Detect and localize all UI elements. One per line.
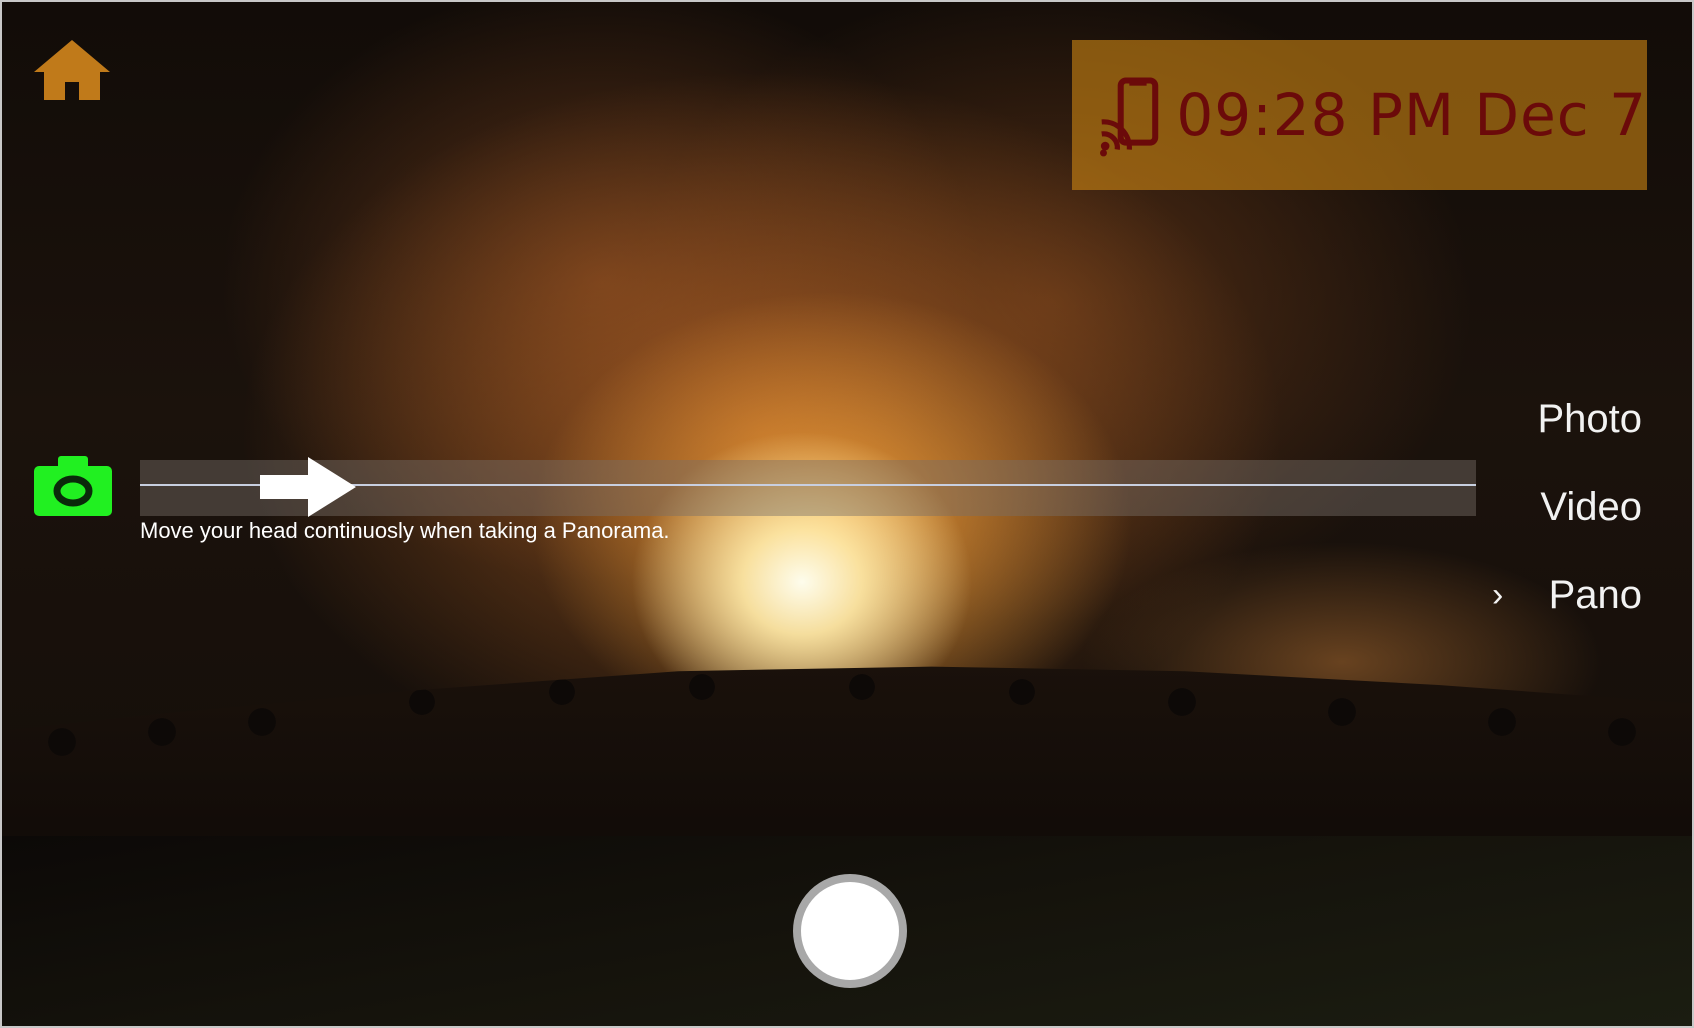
home-button[interactable] — [32, 38, 112, 102]
mode-video-label: Video — [1540, 485, 1642, 529]
shutter-button[interactable] — [793, 874, 907, 988]
panorama-hint-text: Move your head continuosly when taking a… — [140, 518, 670, 543]
right-arrow-icon — [260, 457, 356, 517]
selected-chevron-icon: › — [1492, 576, 1504, 614]
camera-icon — [34, 456, 112, 516]
cast-to-device-icon[interactable] — [1100, 71, 1160, 159]
mode-photo-label: Photo — [1537, 397, 1642, 441]
camera-button[interactable] — [32, 454, 114, 518]
home-icon — [34, 40, 110, 100]
status-banner: 09:28 PM Dec 7 — [1072, 40, 1647, 190]
mode-pano[interactable]: › Pano — [1442, 570, 1642, 658]
panorama-progress-track — [140, 457, 1476, 517]
camera-screen: 09:28 PM Dec 7 Photo Video › Pano Move y… — [0, 0, 1694, 1028]
mode-pano-label: Pano — [1548, 573, 1642, 617]
capture-mode-menu: Photo Video › Pano — [1442, 394, 1642, 658]
clock-text: 09:28 PM Dec 7 — [1176, 81, 1647, 149]
